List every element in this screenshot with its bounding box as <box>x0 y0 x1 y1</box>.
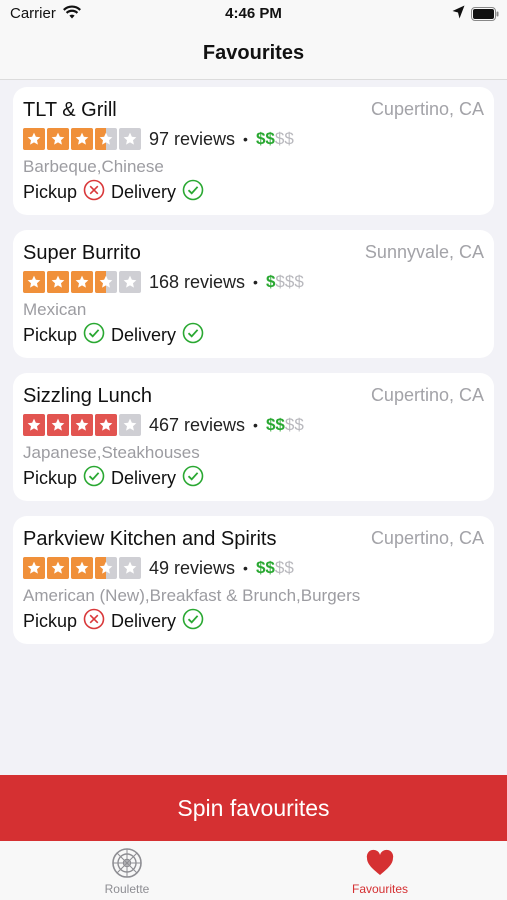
star-icon <box>95 271 117 293</box>
pickup-label: Pickup <box>23 468 78 488</box>
status-time: 4:46 PM <box>225 5 282 22</box>
favourite-card[interactable]: Parkview Kitchen and Spirits Cupertino, C… <box>13 516 494 644</box>
review-count: 168 reviews <box>149 271 246 292</box>
star-icon <box>23 128 45 150</box>
star-rating <box>23 271 141 293</box>
cross-circle-icon <box>77 179 111 206</box>
restaurant-name: Super Burrito <box>23 242 141 264</box>
star-icon <box>95 414 117 436</box>
tab-roulette[interactable]: Roulette <box>67 847 187 896</box>
check-circle-icon <box>176 179 210 206</box>
star-icon <box>47 557 69 579</box>
location-arrow-icon <box>452 5 465 23</box>
price-inactive: $$$ <box>275 272 304 291</box>
rating-row: 49 reviews • $$$$ <box>23 556 294 580</box>
price-active: $$ <box>265 415 285 434</box>
star-rating <box>23 557 141 579</box>
price-inactive: $$ <box>274 129 294 148</box>
roulette-wheel-icon <box>111 847 143 879</box>
star-icon <box>95 557 117 579</box>
star-rating <box>23 128 141 150</box>
star-icon <box>119 271 141 293</box>
rating-row: 467 reviews • $$$$ <box>23 413 304 437</box>
price-active: $$ <box>255 558 275 577</box>
star-icon <box>23 414 45 436</box>
star-icon <box>47 128 69 150</box>
star-icon <box>47 271 69 293</box>
service-row: Pickup Delivery <box>23 465 210 492</box>
star-icon <box>23 557 45 579</box>
delivery-label: Delivery <box>111 611 177 631</box>
check-circle-icon <box>176 465 210 492</box>
separator-dot: • <box>253 417 258 433</box>
separator-dot: • <box>243 560 248 576</box>
delivery-label: Delivery <box>111 325 177 345</box>
separator-dot: • <box>243 131 248 147</box>
price-active: $ <box>265 272 276 291</box>
favourite-card[interactable]: TLT & Grill Cupertino, CA 97 reviews • $$$$ B… <box>13 87 494 215</box>
star-icon <box>71 414 93 436</box>
restaurant-city: Cupertino, CA <box>370 528 484 548</box>
service-row: Pickup Delivery <box>23 608 210 635</box>
service-row: Pickup Delivery <box>23 179 210 206</box>
favourite-card[interactable]: Sizzling Lunch Cupertino, CA 467 reviews • $… <box>13 373 494 501</box>
star-icon <box>23 271 45 293</box>
price-inactive: $$ <box>274 558 294 577</box>
battery-icon <box>471 7 499 25</box>
check-circle-icon <box>77 322 111 349</box>
tab-bar: Roulette Favourites <box>0 841 507 900</box>
star-icon <box>119 414 141 436</box>
check-circle-icon <box>176 608 210 635</box>
review-count: 467 reviews <box>149 414 246 435</box>
restaurant-name: Sizzling Lunch <box>23 385 152 407</box>
check-circle-icon <box>77 465 111 492</box>
restaurant-city: Cupertino, CA <box>370 385 484 405</box>
star-icon <box>95 128 117 150</box>
review-count: 97 reviews <box>149 128 236 149</box>
delivery-label: Delivery <box>111 468 177 488</box>
star-icon <box>119 557 141 579</box>
review-count: 49 reviews <box>149 557 236 578</box>
price-inactive: $$ <box>284 415 304 434</box>
star-icon <box>47 414 69 436</box>
page-title: Favourites <box>202 42 305 64</box>
navigation-bar: Favourites <box>0 30 507 80</box>
star-icon <box>119 128 141 150</box>
pickup-label: Pickup <box>23 611 78 631</box>
pickup-label: Pickup <box>23 325 78 345</box>
price-active: $$ <box>255 129 275 148</box>
check-circle-icon <box>176 322 210 349</box>
tab-favourites[interactable]: Favourites <box>320 847 440 896</box>
price-level: $$$$ <box>266 272 304 292</box>
restaurant-city: Sunnyvale, CA <box>364 242 484 262</box>
tab-roulette-label: Roulette <box>104 882 150 896</box>
star-icon <box>71 128 93 150</box>
heart-icon <box>364 847 396 879</box>
price-level: $$$$ <box>256 129 294 149</box>
price-level: $$$$ <box>266 415 304 435</box>
rating-row: 97 reviews • $$$$ <box>23 127 294 151</box>
star-rating <box>23 414 141 436</box>
favourite-card[interactable]: Super Burrito Sunnyvale, CA 168 reviews • $$… <box>13 230 494 358</box>
cross-circle-icon <box>77 608 111 635</box>
tab-favourites-label: Favourites <box>351 882 409 896</box>
status-bar: Carrier 4:46 PM <box>0 0 507 30</box>
restaurant-categories: Japanese,Steakhouses <box>23 443 200 462</box>
restaurant-city: Cupertino, CA <box>370 99 484 119</box>
restaurant-categories: Mexican <box>23 300 87 319</box>
restaurant-name: TLT & Grill <box>23 99 117 121</box>
star-icon <box>71 557 93 579</box>
delivery-label: Delivery <box>111 182 177 202</box>
service-row: Pickup Delivery <box>23 322 210 349</box>
restaurant-name: Parkview Kitchen and Spirits <box>23 528 277 550</box>
rating-row: 168 reviews • $$$$ <box>23 270 304 294</box>
price-level: $$$$ <box>256 558 294 578</box>
restaurant-categories: American (New),Breakfast & Brunch,Burger… <box>23 586 361 605</box>
separator-dot: • <box>253 274 258 290</box>
restaurant-categories: Barbeque,Chinese <box>23 157 164 176</box>
star-icon <box>71 271 93 293</box>
spin-favourites-button[interactable]: Spin favourites <box>0 775 507 841</box>
pickup-label: Pickup <box>23 182 78 202</box>
